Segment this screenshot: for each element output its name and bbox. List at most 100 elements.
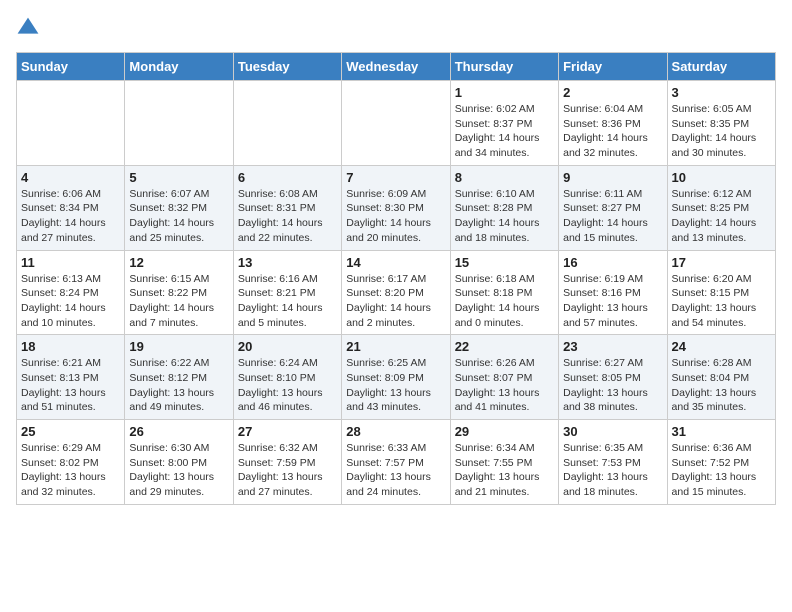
calendar-cell: 20Sunrise: 6:24 AM Sunset: 8:10 PM Dayli… xyxy=(233,335,341,420)
calendar-week-5: 25 Sunrise: 6:29 AM Sunset: 8:02 PM Dayli… xyxy=(17,420,776,505)
day-info: Sunrise: 6:32 AM Sunset: 7:59 PM Dayligh… xyxy=(238,441,337,500)
calendar-cell: 14 Sunrise: 6:17 AM Sunset: 8:20 PM Dayli… xyxy=(342,250,450,335)
calendar-cell: 11 Sunrise: 6:13 AM Sunset: 8:24 PM Dayli… xyxy=(17,250,125,335)
day-number: 2 xyxy=(563,85,662,100)
day-number: 22 xyxy=(455,339,554,354)
calendar-cell xyxy=(233,81,341,166)
calendar-week-2: 4 Sunrise: 6:06 AM Sunset: 8:34 PM Daylig… xyxy=(17,165,776,250)
calendar-cell: 29 Sunrise: 6:34 AM Sunset: 7:55 PM Dayli… xyxy=(450,420,558,505)
day-info: Sunrise: 6:08 AM Sunset: 8:31 PM Dayligh… xyxy=(238,187,337,246)
day-number: 23 xyxy=(563,339,662,354)
day-info: Sunrise: 6:13 AM Sunset: 8:24 PM Dayligh… xyxy=(21,272,120,331)
day-info: Sunrise: 6:25 AM Sunset: 8:09 PM Dayligh… xyxy=(346,356,445,415)
day-number: 10 xyxy=(672,170,771,185)
day-info: Sunrise: 6:36 AM Sunset: 7:52 PM Dayligh… xyxy=(672,441,771,500)
day-info: Sunrise: 6:04 AM Sunset: 8:36 PM Dayligh… xyxy=(563,102,662,161)
day-number: 24 xyxy=(672,339,771,354)
day-info: Sunrise: 6:07 AM Sunset: 8:32 PM Dayligh… xyxy=(129,187,228,246)
calendar-cell: 28 Sunrise: 6:33 AM Sunset: 7:57 PM Dayli… xyxy=(342,420,450,505)
header-tuesday: Tuesday xyxy=(233,53,341,81)
calendar-cell: 2 Sunrise: 6:04 AM Sunset: 8:36 PM Daylig… xyxy=(559,81,667,166)
calendar-week-3: 11 Sunrise: 6:13 AM Sunset: 8:24 PM Dayli… xyxy=(17,250,776,335)
calendar-table: SundayMondayTuesdayWednesdayThursdayFrid… xyxy=(16,52,776,505)
day-number: 12 xyxy=(129,255,228,270)
day-number: 3 xyxy=(672,85,771,100)
day-info: Sunrise: 6:17 AM Sunset: 8:20 PM Dayligh… xyxy=(346,272,445,331)
calendar-week-1: 1Sunrise: 6:02 AM Sunset: 8:37 PM Daylig… xyxy=(17,81,776,166)
day-number: 13 xyxy=(238,255,337,270)
calendar-cell: 4 Sunrise: 6:06 AM Sunset: 8:34 PM Daylig… xyxy=(17,165,125,250)
day-info: Sunrise: 6:18 AM Sunset: 8:18 PM Dayligh… xyxy=(455,272,554,331)
day-number: 16 xyxy=(563,255,662,270)
day-info: Sunrise: 6:34 AM Sunset: 7:55 PM Dayligh… xyxy=(455,441,554,500)
day-info: Sunrise: 6:06 AM Sunset: 8:34 PM Dayligh… xyxy=(21,187,120,246)
day-number: 4 xyxy=(21,170,120,185)
day-number: 31 xyxy=(672,424,771,439)
day-info: Sunrise: 6:09 AM Sunset: 8:30 PM Dayligh… xyxy=(346,187,445,246)
header-wednesday: Wednesday xyxy=(342,53,450,81)
day-number: 8 xyxy=(455,170,554,185)
day-info: Sunrise: 6:16 AM Sunset: 8:21 PM Dayligh… xyxy=(238,272,337,331)
day-info: Sunrise: 6:05 AM Sunset: 8:35 PM Dayligh… xyxy=(672,102,771,161)
calendar-cell: 15 Sunrise: 6:18 AM Sunset: 8:18 PM Dayli… xyxy=(450,250,558,335)
day-info: Sunrise: 6:15 AM Sunset: 8:22 PM Dayligh… xyxy=(129,272,228,331)
day-info: Sunrise: 6:35 AM Sunset: 7:53 PM Dayligh… xyxy=(563,441,662,500)
day-number: 26 xyxy=(129,424,228,439)
calendar-cell: 7Sunrise: 6:09 AM Sunset: 8:30 PM Daylig… xyxy=(342,165,450,250)
header-saturday: Saturday xyxy=(667,53,775,81)
calendar-cell: 9Sunrise: 6:11 AM Sunset: 8:27 PM Daylig… xyxy=(559,165,667,250)
header-monday: Monday xyxy=(125,53,233,81)
day-number: 6 xyxy=(238,170,337,185)
calendar-cell: 12 Sunrise: 6:15 AM Sunset: 8:22 PM Dayli… xyxy=(125,250,233,335)
day-number: 1 xyxy=(455,85,554,100)
day-info: Sunrise: 6:12 AM Sunset: 8:25 PM Dayligh… xyxy=(672,187,771,246)
calendar-cell: 27Sunrise: 6:32 AM Sunset: 7:59 PM Dayli… xyxy=(233,420,341,505)
calendar-cell: 25 Sunrise: 6:29 AM Sunset: 8:02 PM Dayli… xyxy=(17,420,125,505)
calendar-cell xyxy=(342,81,450,166)
calendar-cell: 22 Sunrise: 6:26 AM Sunset: 8:07 PM Dayli… xyxy=(450,335,558,420)
calendar-cell: 21 Sunrise: 6:25 AM Sunset: 8:09 PM Dayli… xyxy=(342,335,450,420)
calendar-cell: 6 Sunrise: 6:08 AM Sunset: 8:31 PM Daylig… xyxy=(233,165,341,250)
calendar-cell: 31 Sunrise: 6:36 AM Sunset: 7:52 PM Dayli… xyxy=(667,420,775,505)
day-number: 11 xyxy=(21,255,120,270)
day-info: Sunrise: 6:29 AM Sunset: 8:02 PM Dayligh… xyxy=(21,441,120,500)
day-info: Sunrise: 6:22 AM Sunset: 8:12 PM Dayligh… xyxy=(129,356,228,415)
logo xyxy=(16,16,44,40)
calendar-cell: 3 Sunrise: 6:05 AM Sunset: 8:35 PM Daylig… xyxy=(667,81,775,166)
logo-icon xyxy=(16,16,40,40)
day-number: 18 xyxy=(21,339,120,354)
day-info: Sunrise: 6:19 AM Sunset: 8:16 PM Dayligh… xyxy=(563,272,662,331)
calendar-cell: 8 Sunrise: 6:10 AM Sunset: 8:28 PM Daylig… xyxy=(450,165,558,250)
day-info: Sunrise: 6:20 AM Sunset: 8:15 PM Dayligh… xyxy=(672,272,771,331)
day-info: Sunrise: 6:24 AM Sunset: 8:10 PM Dayligh… xyxy=(238,356,337,415)
calendar-cell: 1Sunrise: 6:02 AM Sunset: 8:37 PM Daylig… xyxy=(450,81,558,166)
day-number: 28 xyxy=(346,424,445,439)
day-info: Sunrise: 6:26 AM Sunset: 8:07 PM Dayligh… xyxy=(455,356,554,415)
day-number: 14 xyxy=(346,255,445,270)
day-info: Sunrise: 6:33 AM Sunset: 7:57 PM Dayligh… xyxy=(346,441,445,500)
calendar-cell: 13 Sunrise: 6:16 AM Sunset: 8:21 PM Dayli… xyxy=(233,250,341,335)
calendar-cell: 23 Sunrise: 6:27 AM Sunset: 8:05 PM Dayli… xyxy=(559,335,667,420)
day-number: 25 xyxy=(21,424,120,439)
calendar-cell: 26 Sunrise: 6:30 AM Sunset: 8:00 PM Dayli… xyxy=(125,420,233,505)
header-sunday: Sunday xyxy=(17,53,125,81)
day-number: 29 xyxy=(455,424,554,439)
header-thursday: Thursday xyxy=(450,53,558,81)
day-info: Sunrise: 6:30 AM Sunset: 8:00 PM Dayligh… xyxy=(129,441,228,500)
day-info: Sunrise: 6:28 AM Sunset: 8:04 PM Dayligh… xyxy=(672,356,771,415)
day-number: 9 xyxy=(563,170,662,185)
calendar-cell xyxy=(17,81,125,166)
day-number: 30 xyxy=(563,424,662,439)
calendar-cell: 18 Sunrise: 6:21 AM Sunset: 8:13 PM Dayli… xyxy=(17,335,125,420)
page-header xyxy=(16,16,776,40)
calendar-cell: 10 Sunrise: 6:12 AM Sunset: 8:25 PM Dayli… xyxy=(667,165,775,250)
calendar-week-4: 18 Sunrise: 6:21 AM Sunset: 8:13 PM Dayli… xyxy=(17,335,776,420)
calendar-cell xyxy=(125,81,233,166)
calendar-cell: 5Sunrise: 6:07 AM Sunset: 8:32 PM Daylig… xyxy=(125,165,233,250)
calendar-cell: 19Sunrise: 6:22 AM Sunset: 8:12 PM Dayli… xyxy=(125,335,233,420)
day-info: Sunrise: 6:21 AM Sunset: 8:13 PM Dayligh… xyxy=(21,356,120,415)
day-info: Sunrise: 6:10 AM Sunset: 8:28 PM Dayligh… xyxy=(455,187,554,246)
day-number: 15 xyxy=(455,255,554,270)
day-info: Sunrise: 6:27 AM Sunset: 8:05 PM Dayligh… xyxy=(563,356,662,415)
day-number: 21 xyxy=(346,339,445,354)
